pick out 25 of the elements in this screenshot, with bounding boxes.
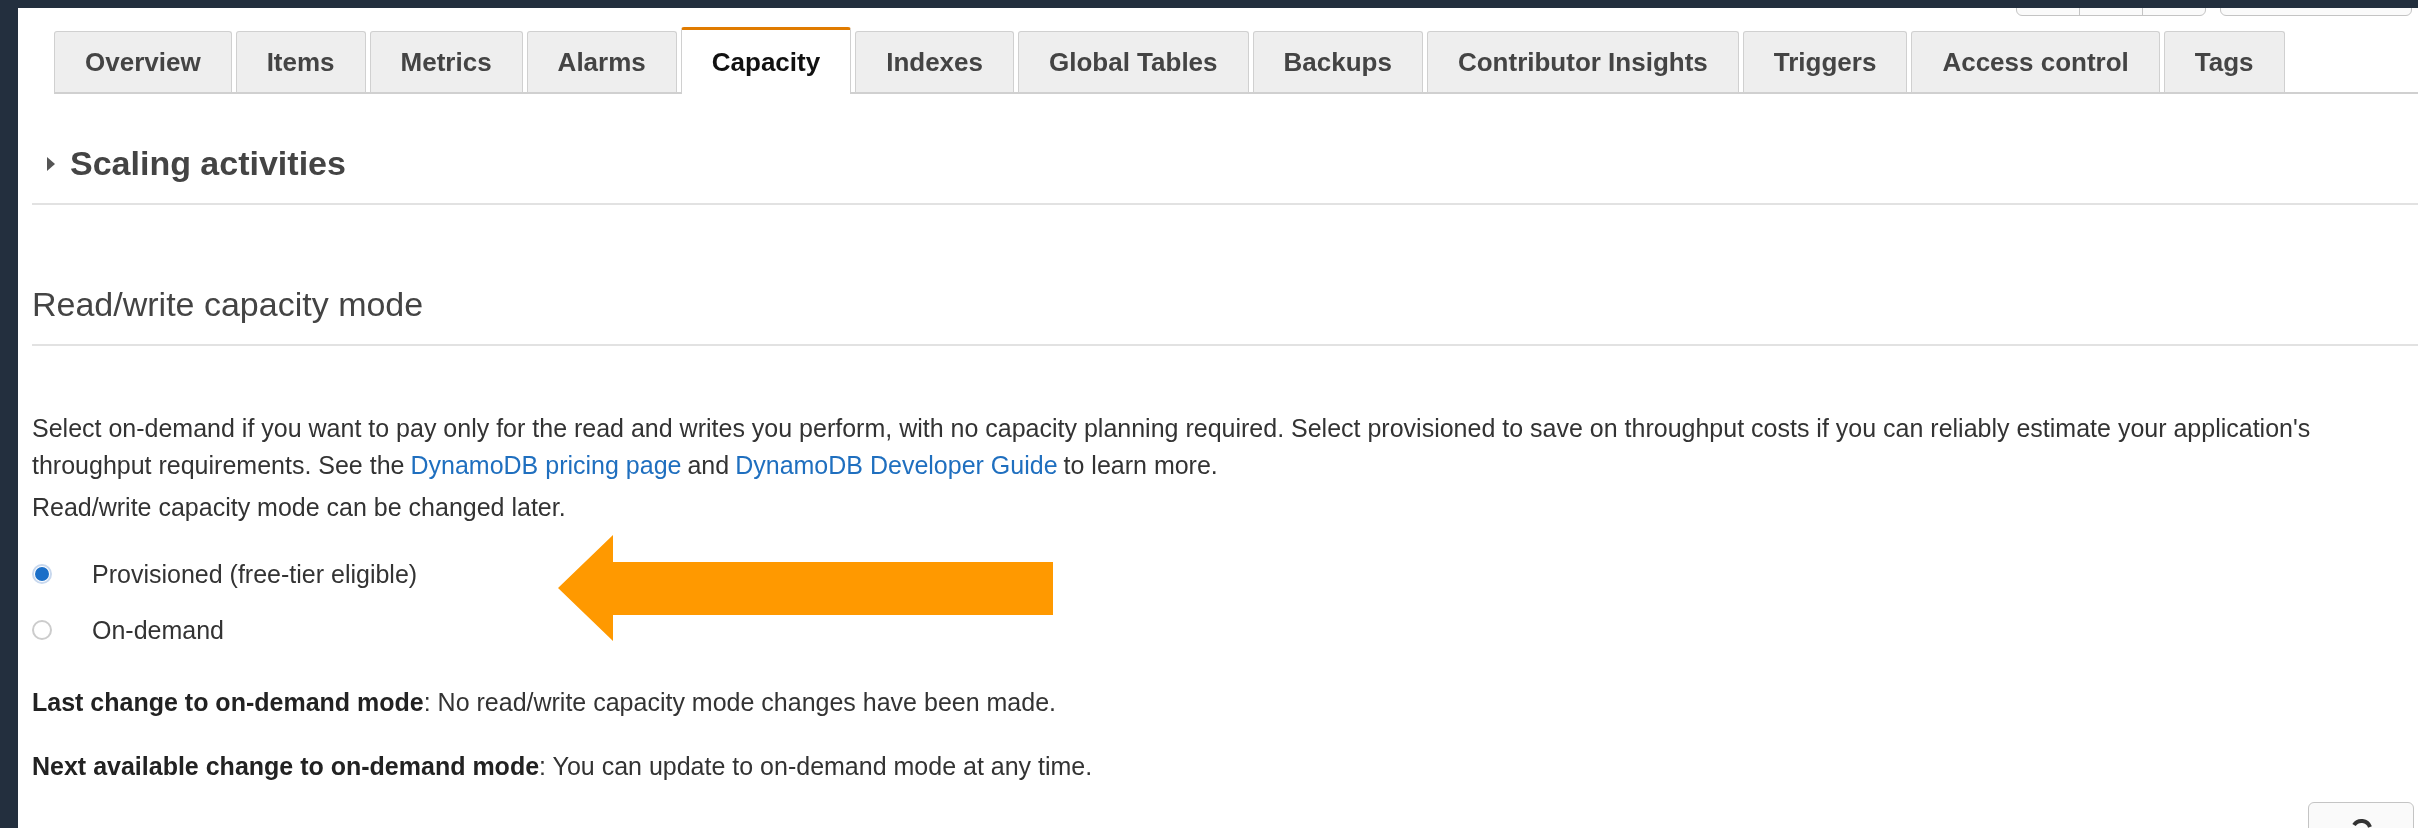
tab[interactable]: Items	[235, 31, 366, 92]
radio-label[interactable]: Provisioned (free-tier eligible)	[92, 559, 418, 589]
doc-link[interactable]: DynamoDB pricing page	[410, 451, 682, 479]
radio-button[interactable]	[32, 620, 52, 640]
caret-right-icon[interactable]	[46, 155, 56, 172]
tab[interactable]: Tags	[2163, 31, 2285, 92]
tab[interactable]: Indexes	[855, 31, 1014, 92]
status-line: Last change to on-demand mode: No read/write capacity mode changes have been made.	[32, 687, 1057, 717]
tab[interactable]: Backups	[1252, 31, 1423, 92]
note-text: Read/write capacity mode can be changed later.	[32, 492, 567, 522]
radio-label[interactable]: On-demand	[92, 615, 225, 645]
radio-button[interactable]	[32, 564, 52, 584]
section-heading: Read/write capacity mode	[32, 285, 2418, 346]
tab[interactable]: Capacity	[680, 27, 852, 94]
doc-link[interactable]: DynamoDB Developer Guide	[735, 451, 1058, 479]
status-line: Next available change to on-demand mode: You can update to on-demand mode at any time.	[32, 751, 1094, 781]
tab[interactable]: Metrics	[369, 31, 523, 92]
tab[interactable]: Contributor Insights	[1426, 31, 1739, 92]
tab[interactable]: Access control	[1911, 31, 2160, 92]
description-paragraph: Select on-demand if you want to pay only for the read and writes you perform, with no capacity planning required. Select provisioned to save on throughput costs if you can reliably estimate your application's throughput requirements. See the DynamoDB pricing page and DynamoDB Developer Guide to learn more.	[32, 413, 2312, 481]
tab[interactable]: Triggers	[1742, 31, 1908, 92]
tab[interactable]: Global Tables	[1018, 31, 1249, 92]
tab[interactable]: Overview	[54, 31, 232, 92]
tab[interactable]: Alarms	[526, 31, 677, 92]
section-title[interactable]: Scaling activities	[70, 144, 346, 183]
